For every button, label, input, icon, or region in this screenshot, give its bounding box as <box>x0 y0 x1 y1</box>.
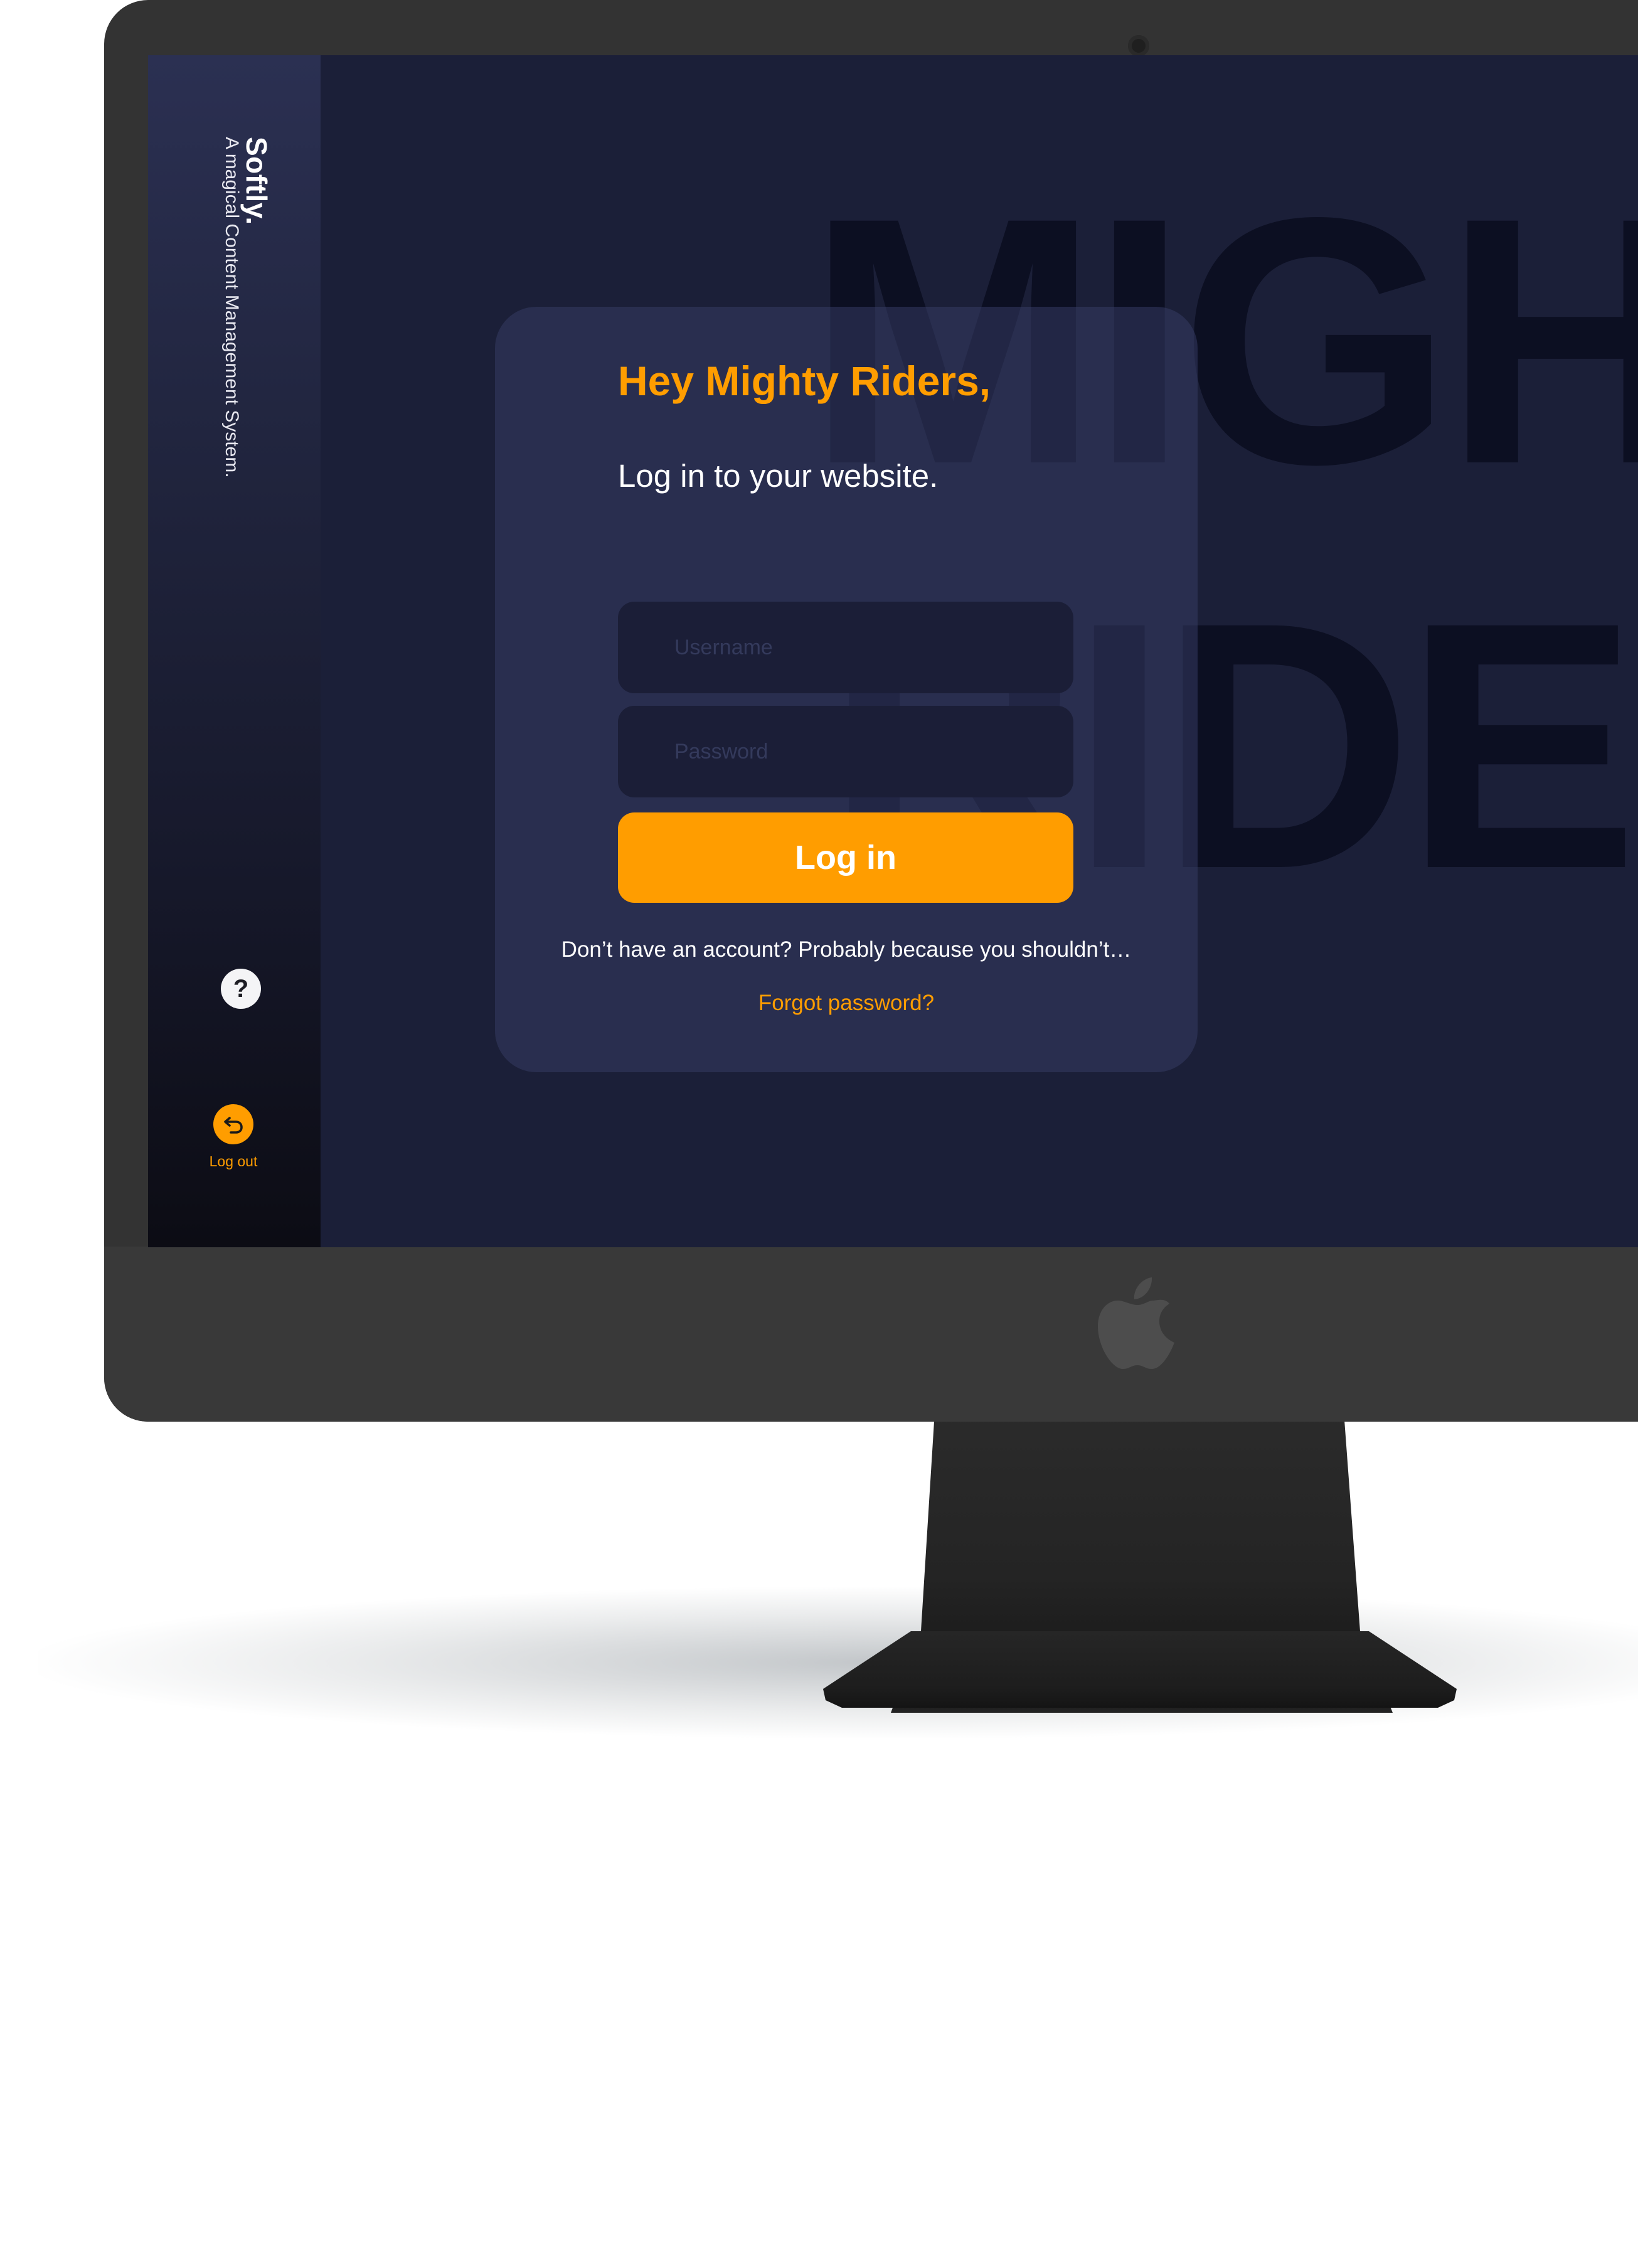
login-greeting: Hey Mighty Riders, <box>618 358 991 404</box>
camera-icon <box>1128 35 1149 56</box>
forgot-password-link[interactable]: Forgot password? <box>495 991 1198 1016</box>
password-input[interactable] <box>618 706 1073 797</box>
help-button[interactable]: ? <box>221 969 261 1009</box>
username-input[interactable] <box>618 602 1073 693</box>
login-subtitle: Log in to your website. <box>618 458 939 494</box>
logout-label: Log out <box>209 1153 258 1169</box>
question-mark-icon: ? <box>233 974 249 1003</box>
brand-tagline: A magical Content Management System. <box>221 137 242 478</box>
login-card: Hey Mighty Riders, Log in to your websit… <box>495 307 1198 1072</box>
login-button[interactable]: Log in <box>618 812 1073 903</box>
apple-logo-icon <box>1098 1277 1174 1369</box>
app-screen: MIGHT RIDER Softly. A magical Content Ma… <box>148 55 1638 1247</box>
logout-button[interactable]: Log out <box>192 1104 280 1179</box>
brand-name: Softly. <box>240 137 273 225</box>
device-mockup: MIGHT RIDER Softly. A magical Content Ma… <box>0 0 1638 2268</box>
sidebar: Softly. A magical Content Management Sys… <box>148 55 321 1247</box>
signup-note: Don’t have an account? Probably because … <box>561 937 1132 962</box>
logout-arrow-icon <box>213 1104 253 1144</box>
monitor-stand-base <box>823 1631 1457 1708</box>
monitor-chin <box>104 1247 1638 1422</box>
